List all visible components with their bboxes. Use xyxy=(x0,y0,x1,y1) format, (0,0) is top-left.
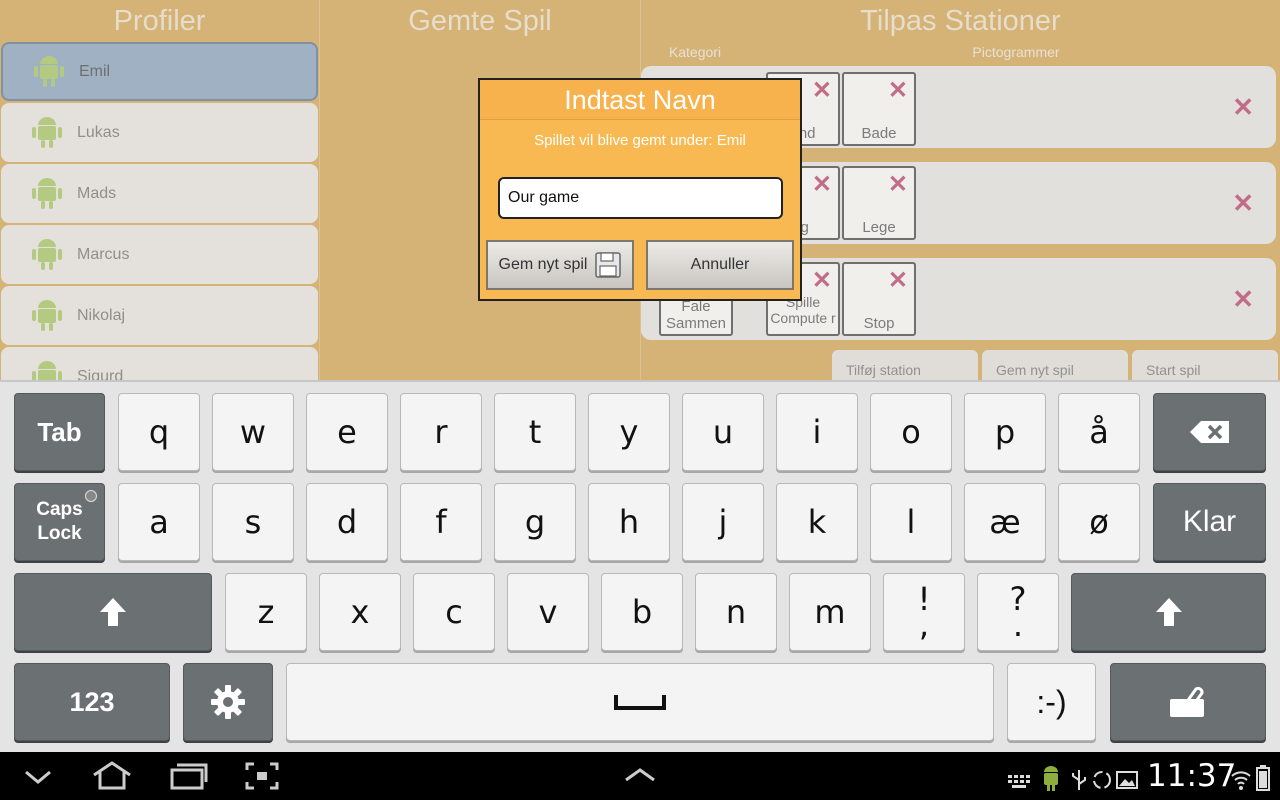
key-question-period[interactable]: ? . xyxy=(977,573,1059,651)
caps-lock-key[interactable]: Caps Lock xyxy=(14,483,105,561)
key-k[interactable]: k xyxy=(776,483,858,561)
key-aa[interactable]: å xyxy=(1058,393,1140,471)
battery-icon xyxy=(1256,765,1270,791)
save-game-label: Gem nyt spil xyxy=(498,256,588,273)
backspace-key[interactable] xyxy=(1153,393,1266,471)
key-o[interactable]: o xyxy=(870,393,952,471)
key-h[interactable]: h xyxy=(588,483,670,561)
on-screen-keyboard: Tab q w e r t y u i o p å Caps Lock a s … xyxy=(0,380,1280,752)
save-game-button[interactable]: Gem nyt spil xyxy=(486,240,634,290)
key-t[interactable]: t xyxy=(494,393,576,471)
game-name-input[interactable] xyxy=(498,177,783,219)
keyboard-status-icon xyxy=(1008,775,1030,788)
key-r[interactable]: r xyxy=(400,393,482,471)
key-g[interactable]: g xyxy=(494,483,576,561)
dialog-message: Spillet vil blive gemt under: Emil xyxy=(534,132,746,149)
key-secondary-char: , xyxy=(918,606,930,644)
space-key[interactable] xyxy=(286,663,994,741)
wifi-icon xyxy=(1231,771,1251,790)
backspace-icon xyxy=(1189,421,1229,443)
numbers-key[interactable]: 123 xyxy=(14,663,170,741)
space-bar-icon xyxy=(614,695,666,710)
key-exclamation-comma[interactable]: ! , xyxy=(883,573,965,651)
gallery-icon xyxy=(1116,771,1138,789)
clipboard-key[interactable] xyxy=(1110,663,1266,741)
key-s[interactable]: s xyxy=(212,483,294,561)
key-w[interactable]: w xyxy=(212,393,294,471)
settings-key[interactable] xyxy=(183,663,273,741)
shift-key-left[interactable] xyxy=(14,573,212,651)
key-v[interactable]: v xyxy=(507,573,589,651)
caps-lock-label: Caps Lock xyxy=(36,499,83,544)
key-u[interactable]: u xyxy=(682,393,764,471)
key-oe[interactable]: ø xyxy=(1058,483,1140,561)
shift-arrow-icon xyxy=(100,598,126,626)
system-navigation-bar: 11:37 xyxy=(0,752,1280,800)
key-p[interactable]: p xyxy=(964,393,1046,471)
key-y[interactable]: y xyxy=(588,393,670,471)
tab-key[interactable]: Tab xyxy=(14,393,105,471)
android-status-icon xyxy=(1044,766,1058,791)
smiley-key[interactable]: :-) xyxy=(1007,663,1096,741)
usb-icon xyxy=(1072,770,1086,790)
shift-arrow-icon xyxy=(1155,598,1182,626)
key-ae[interactable]: æ xyxy=(964,483,1046,561)
key-secondary-char: . xyxy=(1012,606,1024,644)
key-b[interactable]: b xyxy=(601,573,683,651)
key-j[interactable]: j xyxy=(682,483,764,561)
done-key[interactable]: Klar xyxy=(1153,483,1266,561)
cancel-button[interactable]: Annuller xyxy=(646,240,794,290)
key-d[interactable]: d xyxy=(306,483,388,561)
key-l[interactable]: l xyxy=(870,483,952,561)
key-e[interactable]: e xyxy=(306,393,388,471)
key-a[interactable]: a xyxy=(118,483,200,561)
gear-icon xyxy=(211,685,245,719)
key-m[interactable]: m xyxy=(789,573,871,651)
status-clock: 11:37 xyxy=(1147,758,1237,794)
recycle-icon xyxy=(1093,771,1111,789)
key-q[interactable]: q xyxy=(118,393,200,471)
caps-lock-indicator xyxy=(85,490,97,502)
floppy-disk-icon xyxy=(595,252,622,278)
key-z[interactable]: z xyxy=(225,573,307,651)
dialog-title: Indtast Navn xyxy=(480,80,800,120)
key-c[interactable]: c xyxy=(413,573,495,651)
expand-up-icon[interactable] xyxy=(622,760,658,792)
recent-apps-icon[interactable] xyxy=(168,760,208,792)
key-x[interactable]: x xyxy=(319,573,401,651)
key-f[interactable]: f xyxy=(400,483,482,561)
key-i[interactable]: i xyxy=(776,393,858,471)
name-dialog: Indtast Navn Spillet vil blive gemt unde… xyxy=(478,78,802,301)
shift-key-right[interactable] xyxy=(1071,573,1266,651)
screenshot-icon[interactable] xyxy=(244,760,280,792)
home-icon[interactable] xyxy=(90,760,134,792)
clipboard-icon xyxy=(1170,686,1204,717)
key-n[interactable]: n xyxy=(695,573,777,651)
hide-keyboard-icon[interactable] xyxy=(22,760,54,792)
